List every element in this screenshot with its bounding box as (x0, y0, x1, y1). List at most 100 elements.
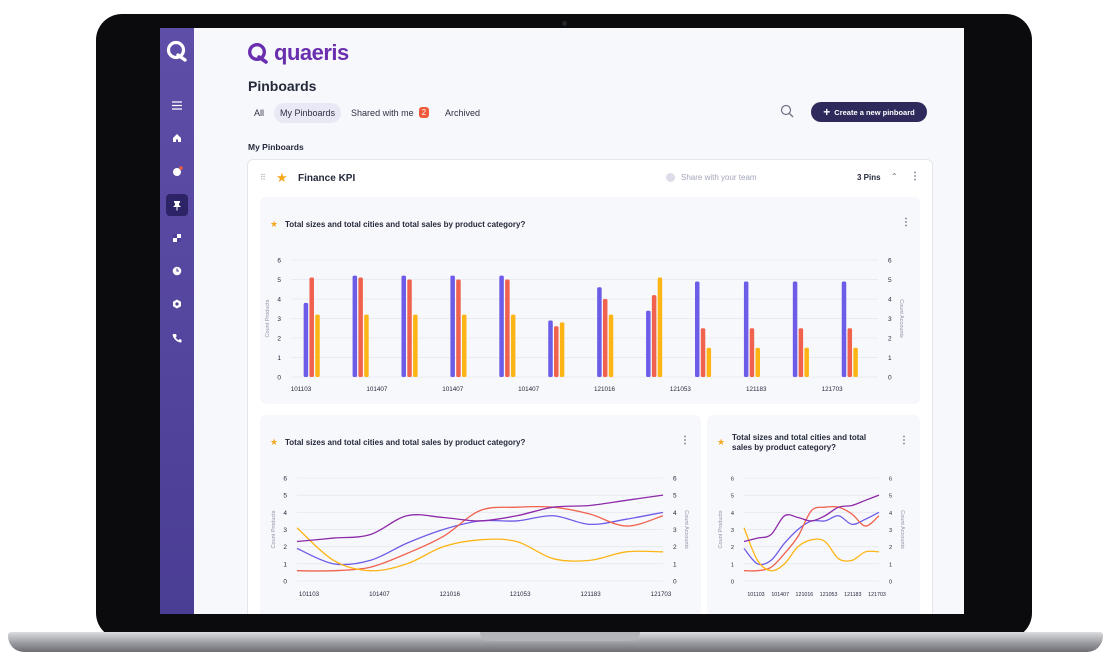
y-tick-label: 3 (283, 527, 287, 534)
bar (755, 347, 761, 377)
y-tick-label: 2 (277, 336, 281, 343)
share-with-team-link[interactable]: Share with your team (666, 173, 757, 182)
bar (706, 347, 712, 377)
settings-icon[interactable] (167, 294, 187, 314)
y2-tick-label: 4 (889, 511, 892, 517)
brand-logo-icon (247, 42, 268, 64)
x-tick-label: 101407 (518, 386, 540, 393)
x-tick-label: 121053 (820, 592, 838, 598)
bar (450, 275, 455, 377)
bar (303, 302, 309, 377)
bar (505, 279, 510, 377)
bar (413, 314, 418, 377)
menu-icon[interactable] (167, 95, 187, 115)
x-tick-label: 121016 (796, 592, 814, 598)
y2-tick-label: 0 (889, 580, 892, 586)
dashboard-icon[interactable] (167, 228, 187, 248)
x-tick-label: 101407 (442, 386, 464, 393)
bar (700, 328, 706, 377)
sidebar (160, 28, 194, 614)
pins-count: 3 Pins (857, 173, 881, 182)
y2-tick-label: 5 (889, 494, 892, 500)
x-tick-label: 121183 (844, 592, 861, 598)
y2-tick-label: 1 (673, 561, 677, 568)
camera-dot (562, 21, 567, 26)
chat-icon[interactable] (167, 161, 187, 181)
x-tick-label: 121183 (581, 591, 602, 598)
x-tick-label: 101103 (747, 592, 764, 598)
y-tick-label: 6 (731, 477, 734, 483)
tab-all[interactable]: All (248, 103, 270, 123)
x-tick-label: 101103 (291, 386, 312, 393)
create-button-label: Create a new pinboard (834, 107, 915, 117)
chart-card-bar: ★ Total sizes and total cities and total… (260, 197, 920, 404)
brand: quaeris (246, 40, 349, 66)
x-tick-label: 121053 (510, 591, 531, 598)
phone-icon[interactable] (167, 328, 187, 348)
bar (407, 279, 412, 377)
chart-card-line-small: ★ Total sizes and total cities and total… (707, 415, 920, 614)
y-tick-label: 3 (731, 528, 734, 534)
bar (364, 314, 369, 377)
y2-tick-label: 1 (888, 355, 892, 362)
y2-tick-label: 6 (673, 476, 677, 483)
x-tick-label: 121703 (651, 591, 672, 598)
y-tick-label: 5 (277, 277, 281, 284)
more-options-icon[interactable]: ⋮ (910, 171, 920, 182)
x-tick-label: 121703 (822, 386, 844, 393)
laptop-notch (480, 632, 640, 641)
bar (602, 299, 608, 377)
y-tick-label: 6 (283, 476, 287, 483)
tab-shared-with-me[interactable]: Shared with me 2 (345, 102, 435, 123)
bar (597, 287, 602, 377)
tab-archived[interactable]: Archived (439, 103, 486, 123)
y-tick-label: 1 (283, 561, 287, 568)
x-tick-label: 101407 (771, 592, 789, 598)
y-axis-label: Count Products (271, 510, 277, 548)
y2-tick-label: 0 (673, 579, 677, 586)
bar (499, 275, 504, 377)
drag-handle-icon[interactable]: ⠿ (260, 173, 266, 182)
y-tick-label: 0 (283, 579, 287, 586)
y2-tick-label: 6 (888, 258, 892, 265)
x-tick-label: 121053 (670, 386, 692, 393)
chevron-up-icon[interactable]: ⌃ (891, 172, 898, 181)
line-chart-small: 0 0 1 1 2 2 3 3 4 4 5 5 6 6 Count Products Count Accoun… (718, 477, 905, 599)
y-axis-label: Count Products (265, 299, 271, 337)
bar (559, 322, 565, 377)
y-tick-label: 2 (731, 545, 734, 551)
y-tick-label: 6 (277, 258, 281, 265)
home-icon[interactable] (167, 128, 187, 148)
create-pinboard-button[interactable]: + Create a new pinboard (811, 102, 927, 122)
bar (548, 320, 553, 377)
bar (309, 277, 314, 377)
share-label: Share with your team (681, 173, 757, 182)
x-tick-label: 121016 (594, 386, 616, 393)
bar (798, 328, 804, 377)
y2-tick-label: 0 (888, 375, 892, 382)
tab-label: Shared with me (351, 107, 414, 118)
bar (743, 281, 749, 377)
pinboard-header[interactable]: ⠿ ★ Finance KPI Share with your team 3 P… (248, 160, 932, 194)
clock-icon[interactable] (167, 261, 187, 281)
app-logo-icon[interactable] (165, 40, 189, 62)
x-tick-label: 101407 (369, 591, 390, 598)
y-tick-label: 0 (731, 580, 734, 586)
star-icon[interactable]: ★ (276, 170, 288, 186)
line-chart: 0 0 1 1 2 2 3 3 4 4 5 5 6 6 Count Products Count Accoun… (271, 476, 689, 599)
chart-card-line: ★ Total sizes and total cities and total… (260, 415, 701, 614)
series-line (296, 505, 664, 572)
tab-label: My Pinboards (280, 107, 336, 118)
y2-tick-label: 5 (673, 493, 677, 500)
bar (608, 314, 614, 377)
bar (462, 314, 467, 377)
series-line (296, 494, 664, 543)
tab-my-pinboards[interactable]: My Pinboards (274, 102, 342, 123)
y-axis-label: Count Products (718, 510, 724, 548)
pin-icon[interactable] (166, 194, 188, 216)
search-icon[interactable] (780, 104, 794, 118)
bar (651, 295, 657, 377)
series-line (743, 505, 880, 572)
bar (646, 310, 651, 377)
x-tick-label: 121183 (746, 386, 767, 393)
